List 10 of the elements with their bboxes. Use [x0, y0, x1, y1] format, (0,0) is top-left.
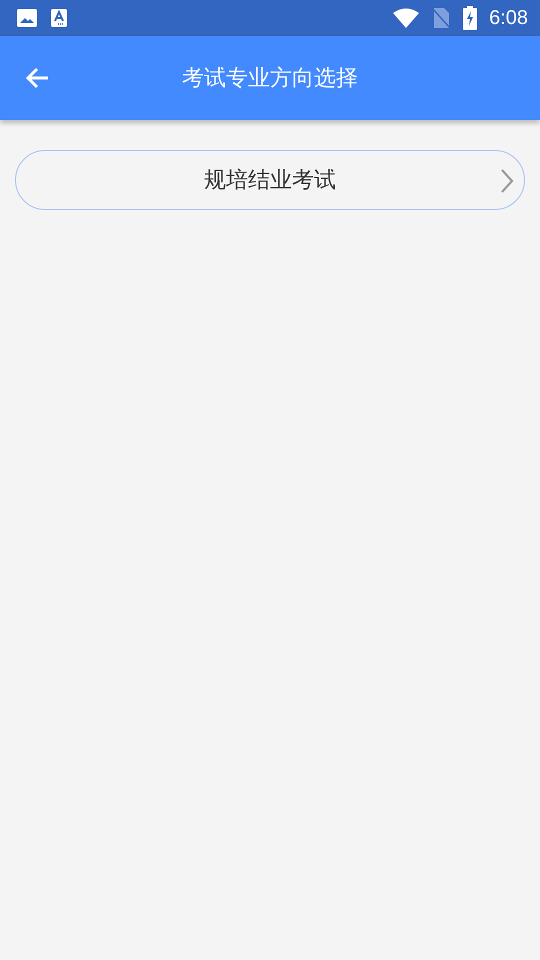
clock: 6:08	[489, 6, 528, 30]
text-icon	[50, 8, 68, 28]
option-button[interactable]: 规培结业考试	[15, 150, 525, 210]
no-sim-icon	[431, 7, 452, 29]
back-arrow-icon	[24, 66, 50, 90]
battery-icon	[463, 6, 478, 30]
chevron-icon	[500, 168, 514, 194]
image-icon	[16, 8, 38, 28]
screen-title: 考试专业方向选择	[182, 65, 358, 93]
wifi-icon	[393, 8, 420, 28]
